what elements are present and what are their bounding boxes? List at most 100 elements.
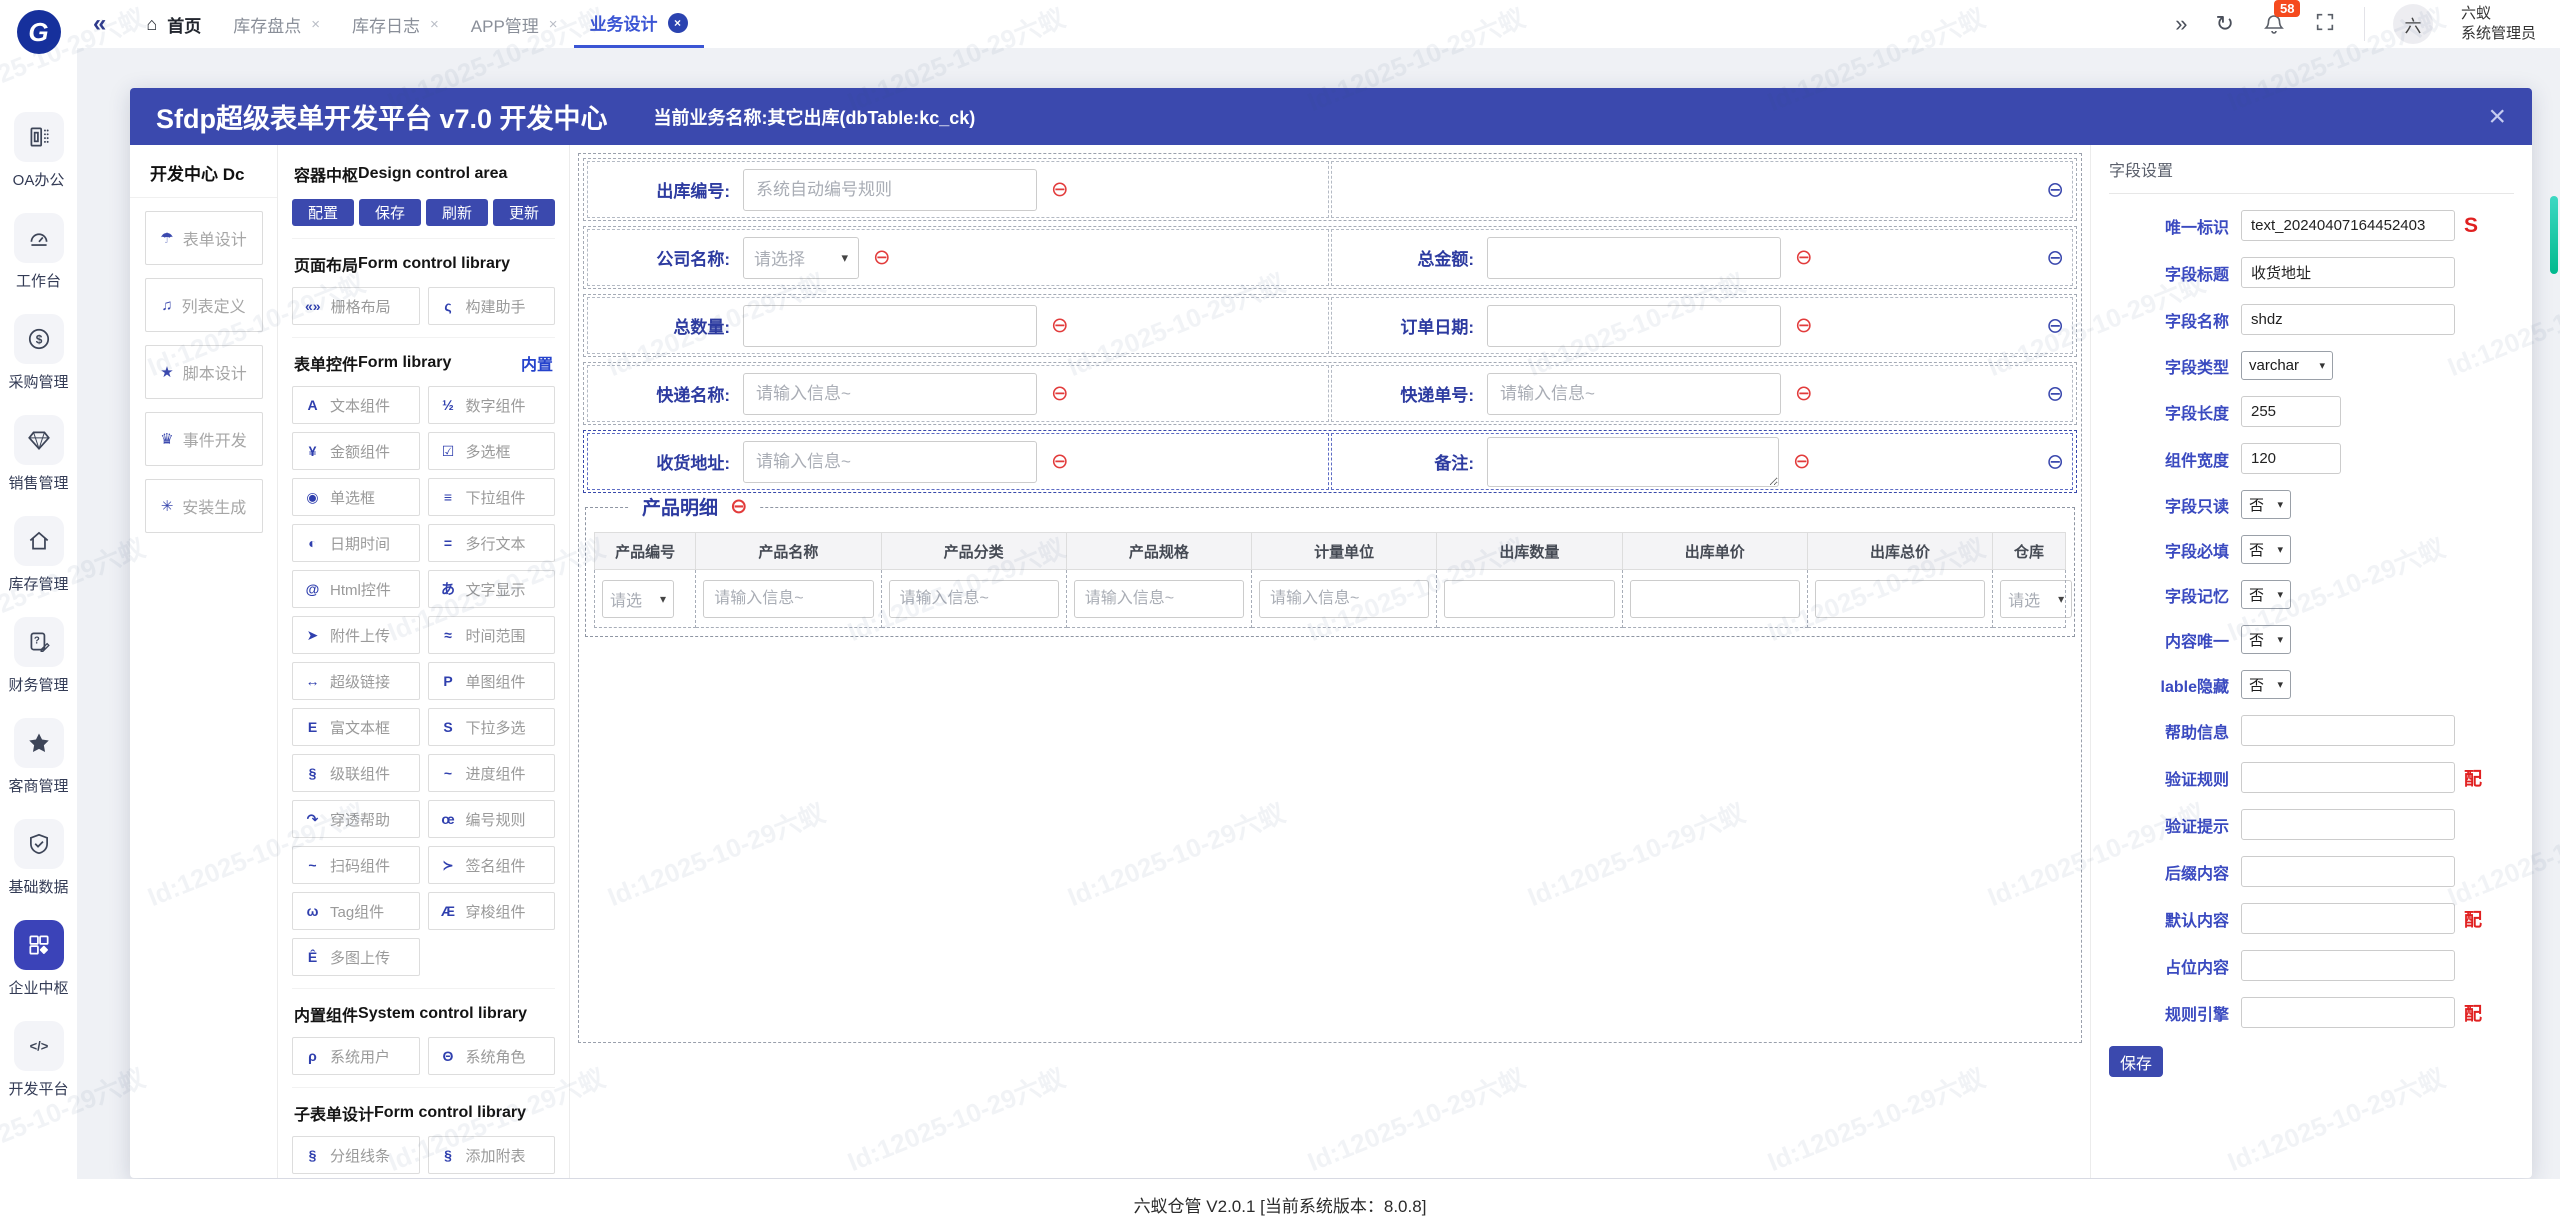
remove-subtable-icon[interactable]: ⊖	[730, 496, 748, 517]
library-item[interactable]: S 下拉多选	[427, 708, 555, 746]
settings-input[interactable]	[2241, 257, 2455, 288]
canvas-cell[interactable]: 出库编号: ⊖	[587, 161, 1329, 218]
library-item[interactable]: ρ 系统用户	[292, 1037, 420, 1075]
table-cell-input[interactable]	[1259, 579, 1430, 618]
library-item[interactable]: ☑ 多选框	[427, 432, 555, 470]
settings-input[interactable]	[2241, 950, 2455, 981]
library-item[interactable]: ≻ 签名组件	[427, 846, 555, 884]
library-item[interactable]: A 文本组件	[292, 386, 420, 424]
table-cell[interactable]: 请选 ▾	[1992, 569, 2073, 628]
field-textarea[interactable]	[1487, 436, 1779, 487]
table-cell[interactable]	[1436, 569, 1623, 628]
library-item[interactable]: ➤ 附件上传	[292, 616, 420, 654]
tab-close-icon[interactable]: ×	[430, 16, 439, 33]
table-cell[interactable]	[1065, 569, 1253, 628]
sidebar-item-5[interactable]: ? 财务管理	[0, 617, 77, 695]
sidebar-item-7[interactable]: 基础数据	[0, 819, 77, 897]
canvas-cell[interactable]: 总数量: ⊖	[587, 297, 1329, 354]
library-item[interactable]: § 添加附表	[427, 1136, 555, 1174]
sidebar-item-1[interactable]: 工作台	[0, 213, 77, 291]
action-button-2[interactable]: 刷新	[426, 199, 488, 226]
canvas-cell[interactable]: 快递名称: ⊖	[587, 365, 1329, 422]
settings-input[interactable]	[2241, 443, 2341, 474]
library-item[interactable]: ω Tag组件	[292, 892, 420, 930]
tab-0[interactable]: ⌂ 首页	[130, 0, 217, 48]
table-cell[interactable]	[1251, 569, 1438, 628]
library-item[interactable]: Θ 系统角色	[427, 1037, 555, 1075]
sidebar-item-0[interactable]: OA办公	[0, 112, 77, 190]
remove-field-icon[interactable]: ⊖	[1793, 451, 1811, 472]
canvas-row-3[interactable]: 快递名称: ⊖ 快递单号: ⊖ ⊖	[583, 362, 2077, 425]
canvas-cell[interactable]: 备注: ⊖	[1331, 433, 2073, 490]
library-item[interactable]: œ 编号规则	[427, 800, 555, 838]
library-item[interactable]: ≈ 时间范围	[427, 616, 555, 654]
remove-field-icon[interactable]: ⊖	[1051, 383, 1069, 404]
canvas-cell[interactable]: 收货地址: ⊖	[587, 433, 1329, 490]
table-cell-input[interactable]	[1814, 579, 1986, 618]
settings-select[interactable]: 否 ▾	[2241, 490, 2291, 519]
canvas-row-2[interactable]: 总数量: ⊖ 订单日期: ⊖ ⊖	[583, 294, 2077, 357]
canvas-cell[interactable]	[1331, 161, 2073, 218]
settings-input[interactable]	[2241, 396, 2341, 427]
remove-field-icon[interactable]: ⊖	[1051, 179, 1069, 200]
field-input[interactable]	[1487, 236, 1781, 279]
canvas-row-4[interactable]: 收货地址: ⊖ 备注: ⊖ ⊖	[583, 430, 2077, 493]
library-item[interactable]: ~ 扫码组件	[292, 846, 420, 884]
field-input[interactable]	[743, 372, 1037, 415]
library-item[interactable]: E 富文本框	[292, 708, 420, 746]
settings-input[interactable]	[2241, 762, 2455, 793]
remove-field-icon[interactable]: ⊖	[1795, 315, 1813, 336]
tab-3[interactable]: APP管理 ×	[455, 0, 574, 48]
library-item[interactable]: ~ 进度组件	[427, 754, 555, 792]
user-info[interactable]: 六蚁 系统管理员	[2461, 4, 2536, 45]
dev-center-button-0[interactable]: ☂ 表单设计	[144, 211, 263, 265]
library-item[interactable]: ½ 数字组件	[427, 386, 555, 424]
library-item[interactable]: ¥ 金额组件	[292, 432, 420, 470]
config-link[interactable]: 配	[2464, 906, 2482, 932]
table-cell-input[interactable]	[1073, 579, 1245, 618]
field-input[interactable]	[743, 168, 1037, 211]
canvas-row-0[interactable]: 出库编号: ⊖ ⊖	[583, 158, 2077, 221]
remove-row-icon[interactable]: ⊖	[2046, 381, 2064, 406]
builtin-link[interactable]: 内置	[521, 351, 553, 375]
sidebar-item-9[interactable]: </> 开发平台	[0, 1021, 77, 1099]
tab-1[interactable]: 库存盘点 ×	[217, 0, 336, 48]
dev-center-button-4[interactable]: ✳ 安装生成	[144, 479, 263, 533]
settings-select[interactable]: 否 ▾	[2241, 625, 2291, 654]
library-item[interactable]: P 单图组件	[427, 662, 555, 700]
action-button-1[interactable]: 保存	[359, 199, 421, 226]
tab-close-icon[interactable]: ×	[311, 16, 320, 33]
library-item[interactable]: ς 构建助手	[427, 287, 555, 325]
refresh-icon[interactable]: ↻	[2216, 13, 2234, 35]
config-link[interactable]: 配	[2464, 1000, 2482, 1026]
sidebar-item-4[interactable]: 库存管理	[0, 516, 77, 594]
tab-close-icon[interactable]: ×	[549, 16, 558, 33]
field-select[interactable]: 请选择 ▾	[743, 236, 859, 279]
settings-input[interactable]	[2241, 856, 2455, 887]
canvas-cell[interactable]: 总金额: ⊖	[1331, 229, 2073, 286]
table-cell-input[interactable]	[1629, 579, 1800, 618]
field-input[interactable]	[743, 440, 1037, 483]
remove-row-icon[interactable]: ⊖	[2046, 245, 2064, 270]
close-icon[interactable]: ×	[2488, 101, 2506, 132]
dev-center-button-1[interactable]: ♫ 列表定义	[144, 278, 263, 332]
table-cell-select[interactable]: 请选 ▾	[602, 579, 674, 618]
library-item[interactable]: ◐ 日期时间	[292, 524, 420, 562]
remove-field-icon[interactable]: ⊖	[873, 247, 891, 268]
action-button-3[interactable]: 更新	[493, 199, 555, 226]
subform-product-detail[interactable]: 产品明细 ⊖ 产品编号 产品名称 产品分类 产品规格 计量单位 出库数量 出库单价 出库总价仓…	[585, 493, 2075, 637]
library-item[interactable]: «» 栅格布局	[292, 287, 420, 325]
library-item[interactable]: § 分组线条	[292, 1136, 420, 1174]
config-link[interactable]: S	[2464, 214, 2478, 238]
table-cell-input[interactable]	[1444, 579, 1615, 618]
tab-close-badge-icon[interactable]: ×	[667, 12, 688, 33]
tab-2[interactable]: 库存日志 ×	[336, 0, 455, 48]
sidebar-item-6[interactable]: 客商管理	[0, 718, 77, 796]
library-item[interactable]: ◉ 单选框	[292, 478, 420, 516]
fullscreen-icon[interactable]	[2314, 11, 2336, 37]
remove-field-icon[interactable]: ⊖	[1795, 383, 1813, 404]
canvas-cell[interactable]: 公司名称: 请选择 ▾ ⊖	[587, 229, 1329, 286]
settings-input[interactable]	[2241, 809, 2455, 840]
form-root-container[interactable]: 出库编号:⊖⊖公司名称:请选择▾⊖总金额:⊖⊖总数量:⊖订单日期:⊖⊖快递名称:…	[578, 153, 2082, 1043]
table-cell[interactable]	[880, 569, 1067, 628]
